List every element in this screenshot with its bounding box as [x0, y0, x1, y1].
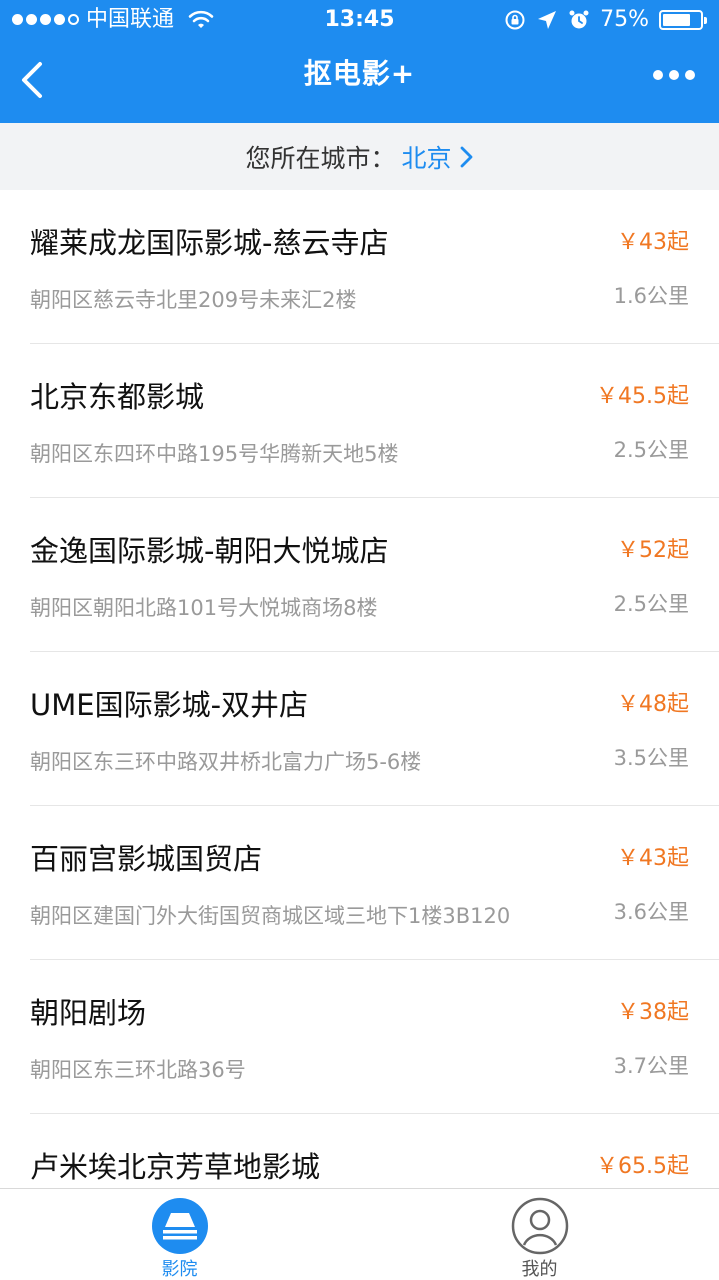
cinema-price: ￥43起 — [617, 846, 689, 871]
cinema-list-item[interactable]: 百丽宫影城国贸店 ￥43起 朝阳区建国门外大街国贸商城区域三地下1楼3B120 … — [30, 806, 719, 960]
tab-cinema-label: 影院 — [161, 1259, 198, 1280]
app-screen: 中国联通 13:45 75% 抠电影+ 您所在城市： 北京 耀莱成龙国际影城-慈… — [0, 0, 719, 1280]
user-profile-icon — [511, 1197, 568, 1255]
more-options-button[interactable] — [653, 70, 695, 80]
battery-icon — [659, 10, 707, 30]
cinema-price: ￥38起 — [617, 1000, 689, 1025]
city-selector[interactable]: 您所在城市： 北京 — [0, 123, 719, 190]
cinema-name: 北京东都影城 — [30, 380, 205, 414]
cinema-list-item[interactable]: 金逸国际影城-朝阳大悦城店 ￥52起 朝阳区朝阳北路101号大悦城商场8楼 2.… — [30, 498, 719, 652]
alarm-clock-icon — [569, 10, 589, 29]
cinema-price: ￥45.5起 — [596, 384, 689, 409]
rotation-lock-icon — [505, 10, 525, 30]
cinema-list-item[interactable]: 朝阳剧场 ￥38起 朝阳区东三环北路36号 3.7公里 — [30, 960, 719, 1114]
cinema-list: 耀莱成龙国际影城-慈云寺店 ￥43起 朝阳区慈云寺北里209号未来汇2楼 1.6… — [0, 190, 719, 1268]
cinema-price: ￥65.5起 — [596, 1154, 689, 1179]
status-bar: 中国联通 13:45 75% — [0, 0, 719, 40]
cinema-price: ￥52起 — [617, 538, 689, 563]
nav-bar: 抠电影+ — [0, 40, 719, 123]
bottom-tab-bar: 影院 我的 — [0, 1188, 719, 1280]
cinema-name: 金逸国际影城-朝阳大悦城店 — [30, 534, 389, 568]
cinema-name: 耀莱成龙国际影城-慈云寺店 — [30, 226, 389, 260]
cinema-distance: 3.5公里 — [613, 746, 689, 770]
more-dots-icon — [653, 70, 663, 80]
cinema-list-item[interactable]: 耀莱成龙国际影城-慈云寺店 ￥43起 朝阳区慈云寺北里209号未来汇2楼 1.6… — [30, 190, 719, 344]
cinema-distance: 3.7公里 — [613, 1054, 689, 1078]
cinema-distance: 3.6公里 — [613, 900, 689, 924]
cinema-address: 朝阳区建国门外大街国贸商城区域三地下1楼3B120 — [30, 904, 511, 928]
chevron-right-icon — [460, 146, 472, 167]
cinema-list-item[interactable]: UME国际影城-双井店 ￥48起 朝阳区东三环中路双井桥北富力广场5-6楼 3.… — [30, 652, 719, 806]
cinema-name: UME国际影城-双井店 — [30, 688, 309, 722]
cinema-address: 朝阳区东四环中路195号华腾新天地5楼 — [30, 442, 399, 466]
cinema-address: 朝阳区慈云寺北里209号未来汇2楼 — [30, 288, 357, 312]
cinema-address: 朝阳区东三环中路双井桥北富力广场5-6楼 — [30, 750, 422, 774]
page-title: 抠电影+ — [303, 57, 416, 90]
cinema-list-item[interactable]: 北京东都影城 ￥45.5起 朝阳区东四环中路195号华腾新天地5楼 2.5公里 — [30, 344, 719, 498]
cinema-distance: 1.6公里 — [613, 284, 689, 308]
city-name: 北京 — [401, 143, 452, 173]
cinema-name: 卢米埃北京芳草地影城 — [30, 1150, 321, 1184]
cinema-address: 朝阳区朝阳北路101号大悦城商场8楼 — [30, 596, 378, 620]
cinema-price: ￥43起 — [617, 230, 689, 255]
cinema-price: ￥48起 — [617, 692, 689, 717]
location-arrow-icon — [538, 11, 557, 29]
tab-mine-label: 我的 — [521, 1259, 558, 1280]
cinema-distance: 2.5公里 — [613, 592, 689, 616]
cinema-tab-icon — [151, 1198, 208, 1254]
battery-percentage: 75% — [600, 7, 649, 32]
cinema-name: 朝阳剧场 — [30, 996, 147, 1030]
cinema-address: 朝阳区东三环北路36号 — [30, 1058, 246, 1082]
cinema-name: 百丽宫影城国贸店 — [30, 842, 263, 876]
tab-mine[interactable]: 我的 — [360, 1189, 719, 1280]
header: 中国联通 13:45 75% 抠电影+ — [0, 0, 719, 123]
city-label: 您所在城市： — [245, 143, 396, 173]
tab-cinema[interactable]: 影院 — [0, 1189, 359, 1280]
status-right-group: 75% — [504, 0, 707, 40]
cinema-distance: 2.5公里 — [613, 438, 689, 462]
